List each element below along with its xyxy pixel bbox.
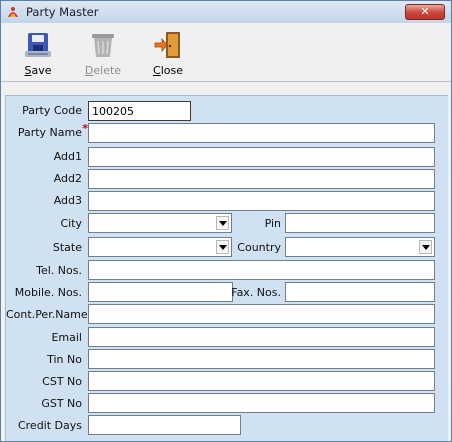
trash-bin-icon <box>92 34 114 57</box>
cst-input[interactable] <box>88 371 435 391</box>
delete-button[interactable]: Delete <box>81 27 125 77</box>
pin-label: Pin <box>264 217 281 230</box>
tin-input[interactable] <box>88 349 435 369</box>
delete-label: Delete <box>84 64 122 77</box>
close-label: Close <box>153 64 183 77</box>
gst-label: GST No <box>41 397 82 410</box>
fax-label: Fax. Nos. <box>231 286 281 299</box>
add1-label: Add1 <box>53 150 82 163</box>
party-code-input[interactable] <box>88 101 191 121</box>
tin-label: Tin No <box>47 353 82 366</box>
tel-input[interactable] <box>88 260 435 280</box>
party-form: Party Code Party Name* Add1 Add2 Add3 Ci… <box>5 95 448 441</box>
title-bar[interactable]: Party Master ✕ <box>1 1 451 24</box>
save-label: Save <box>24 64 52 77</box>
credit-days-label: Credit Days <box>17 419 82 432</box>
toolbar: Save Delete Close <box>1 23 451 82</box>
exit-door-icon <box>154 32 180 58</box>
pin-input[interactable] <box>285 213 435 233</box>
contact-person-label: Cont.Per.Name <box>6 308 88 321</box>
party-name-input[interactable] <box>88 123 435 143</box>
gst-input[interactable] <box>88 393 435 413</box>
save-button[interactable]: Save <box>16 27 60 77</box>
add3-input[interactable] <box>88 191 435 211</box>
party-master-window: Party Master ✕ Save Delete Close Party C… <box>0 0 452 442</box>
credit-days-input[interactable] <box>88 415 241 435</box>
cst-label: CST No <box>42 375 82 388</box>
tel-label: Tel. Nos. <box>36 264 82 277</box>
close-button[interactable]: Close <box>146 27 190 77</box>
email-label: Email <box>51 331 82 344</box>
country-label: Country <box>237 241 281 254</box>
add2-label: Add2 <box>53 172 82 185</box>
contact-person-input[interactable] <box>88 304 435 324</box>
city-label: City <box>60 217 82 230</box>
state-label: State <box>52 241 82 254</box>
add3-label: Add3 <box>53 194 82 207</box>
window-title: Party Master <box>26 5 99 19</box>
country-select[interactable] <box>285 237 435 257</box>
fax-input[interactable] <box>285 282 435 302</box>
app-logo-icon <box>8 7 18 17</box>
email-input[interactable] <box>88 327 435 347</box>
party-code-label: Party Code <box>22 104 82 117</box>
add1-input[interactable] <box>88 147 435 167</box>
party-name-label: Party Name * <box>17 122 88 139</box>
mobile-label: Mobile. Nos. <box>14 286 82 299</box>
window-close-button[interactable]: ✕ <box>405 4 445 20</box>
floppy-disk-icon <box>25 33 51 57</box>
add2-input[interactable] <box>88 169 435 189</box>
chevron-down-icon[interactable] <box>419 240 432 254</box>
